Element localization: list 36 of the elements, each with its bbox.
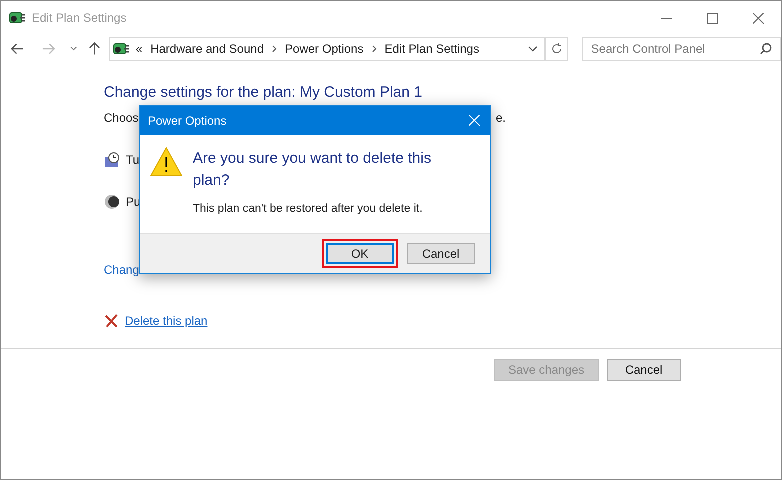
breadcrumb-item[interactable]: Edit Plan Settings (384, 40, 480, 58)
moon-icon (104, 194, 120, 210)
search-box[interactable]: Search Control Panel (582, 37, 781, 61)
breadcrumb-item[interactable]: Hardware and Sound (150, 40, 264, 58)
up-arrow-icon[interactable] (89, 42, 101, 56)
dialog-message: This plan can't be restored after you delete it. (193, 202, 424, 217)
warning-icon (150, 147, 183, 177)
search-icon (760, 43, 772, 55)
delete-plan-link[interactable]: Delete this plan (125, 312, 208, 330)
dropdown-caret-icon[interactable] (528, 46, 538, 52)
overflow-chevron[interactable]: « (136, 40, 143, 58)
dialog-title: Power Options (148, 112, 227, 130)
refresh-button[interactable] (545, 37, 568, 61)
breadcrumb-item[interactable]: Power Options (285, 40, 364, 58)
back-arrow-icon[interactable] (11, 43, 24, 55)
chevron-right-icon (372, 45, 377, 53)
subtitle-text: e. (496, 111, 506, 125)
delete-x-icon (104, 314, 119, 328)
window-title: Edit Plan Settings (32, 10, 127, 27)
dialog-question: Are you sure you want to delete this plan? (193, 149, 432, 191)
cancel-button[interactable]: Cancel (607, 359, 681, 381)
subtitle-text: Choos (104, 111, 139, 125)
address-bar[interactable]: « Hardware and Sound Power Options Edit Plan Settings (108, 37, 546, 61)
page-heading: Change settings for the plan: My Custom Plan 1 (104, 83, 424, 103)
refresh-icon (550, 43, 563, 55)
close-icon (752, 12, 764, 24)
advanced-settings-link[interactable]: Chang (104, 263, 140, 277)
search-field[interactable]: Search Control Panel (591, 40, 760, 58)
maximize-icon (706, 12, 718, 24)
setting-label: Tu (126, 152, 140, 169)
chevron-right-icon (272, 45, 278, 53)
cancel-button[interactable]: Cancel (407, 243, 475, 264)
clock-icon (104, 152, 120, 168)
ok-button[interactable]: OK (326, 243, 394, 264)
close-icon (468, 115, 480, 126)
dropdown-caret-icon[interactable] (70, 46, 78, 52)
